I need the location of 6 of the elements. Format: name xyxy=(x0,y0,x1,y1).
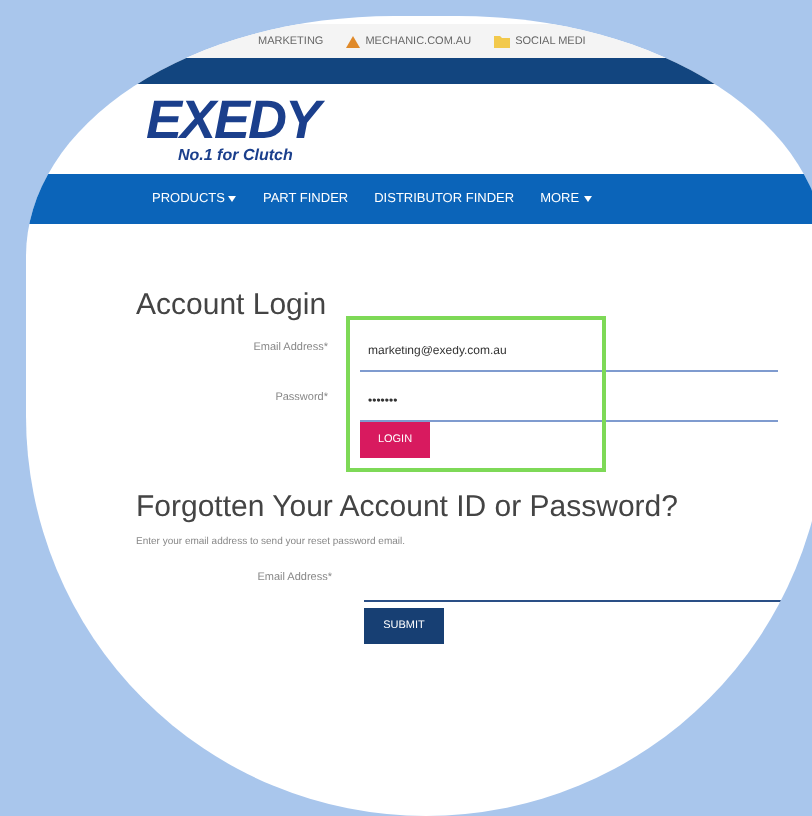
folder-icon xyxy=(493,34,510,48)
forgot-title: Forgotten Your Account ID or Password? xyxy=(136,490,680,524)
logo-tagline: No.1 for Clutch xyxy=(178,146,293,164)
logo-wordmark[interactable]: EXEDY xyxy=(146,94,320,146)
login-title: Account Login xyxy=(136,288,329,322)
triangle-icon xyxy=(345,35,360,47)
